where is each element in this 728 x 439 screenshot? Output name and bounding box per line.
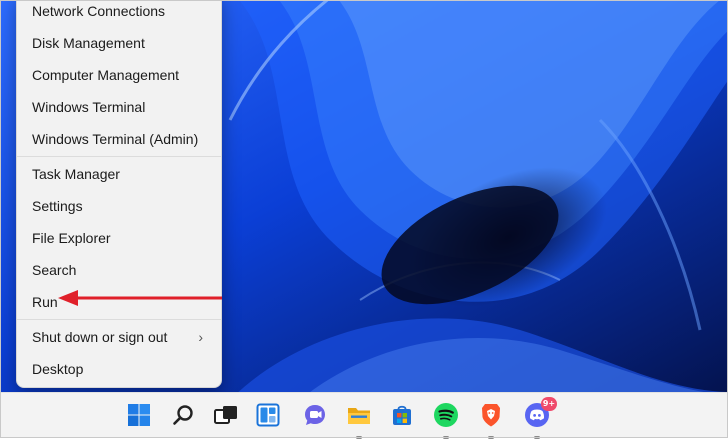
- menu-item-label: Shut down or sign out: [32, 329, 168, 345]
- menu-item-windows-terminal-admin[interactable]: Windows Terminal (Admin): [21, 124, 217, 154]
- search-icon[interactable]: [167, 399, 199, 431]
- menu-item-label: Windows Terminal: [32, 99, 146, 115]
- windows-start-icon[interactable]: [123, 399, 155, 431]
- teams-chat-icon[interactable]: [299, 399, 331, 431]
- menu-item-computer-management[interactable]: Computer Management: [21, 60, 217, 90]
- menu-item-label: Run: [32, 294, 58, 310]
- menu-item-label: Computer Management: [32, 67, 180, 83]
- red-arrow-annotation-icon: [58, 290, 222, 306]
- menu-item-label: File Explorer: [32, 230, 111, 246]
- discord-icon[interactable]: 9+: [521, 397, 557, 439]
- taskbar: 9+: [0, 392, 728, 439]
- menu-item-label: Task Manager: [32, 166, 120, 182]
- menu-divider: [17, 156, 221, 157]
- chevron-right-icon: ›: [198, 329, 203, 345]
- menu-item-file-explorer[interactable]: File Explorer: [21, 223, 217, 253]
- widgets-icon[interactable]: [252, 399, 284, 431]
- menu-item-settings[interactable]: Settings: [21, 191, 217, 221]
- menu-divider: [17, 319, 221, 320]
- menu-item-label: Desktop: [32, 361, 84, 377]
- menu-item-network-connections[interactable]: Network Connections: [21, 0, 217, 26]
- notification-badge: 9+: [541, 397, 557, 411]
- menu-item-task-manager[interactable]: Task Manager: [21, 159, 217, 189]
- menu-item-label: Disk Management: [32, 35, 145, 51]
- menu-item-label: Windows Terminal (Admin): [32, 131, 199, 147]
- menu-item-label: Settings: [32, 198, 83, 214]
- task-view-icon[interactable]: [210, 399, 242, 431]
- menu-item-shut-down-or-sign-out[interactable]: Shut down or sign out ›: [21, 322, 217, 352]
- menu-item-label: Network Connections: [32, 3, 166, 19]
- brave-browser-icon[interactable]: [475, 399, 507, 439]
- menu-item-disk-management[interactable]: Disk Management: [21, 28, 217, 58]
- microsoft-store-icon[interactable]: [386, 399, 418, 431]
- menu-item-windows-terminal[interactable]: Windows Terminal: [21, 92, 217, 122]
- menu-item-search[interactable]: Search: [21, 255, 217, 285]
- winx-power-user-menu: Network Connections Disk Management Comp…: [16, 0, 222, 388]
- menu-item-label: Search: [32, 262, 77, 278]
- file-explorer-icon[interactable]: [343, 399, 375, 439]
- menu-item-desktop[interactable]: Desktop: [21, 354, 217, 384]
- spotify-icon[interactable]: [430, 399, 462, 439]
